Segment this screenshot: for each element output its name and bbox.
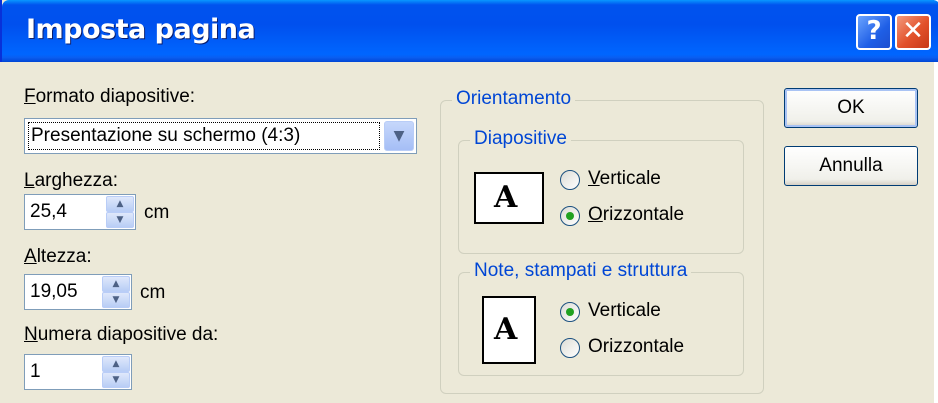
format-value: Presentazione su schermo (4:3) (28, 122, 380, 150)
ok-button[interactable]: OK (784, 88, 918, 128)
width-label-text: arghezza: (34, 170, 119, 191)
spin-up-icon[interactable]: ▲ (102, 276, 130, 292)
spin-down-icon[interactable]: ▼ (102, 372, 130, 388)
height-unit: cm (140, 282, 166, 303)
spin-up-icon[interactable]: ▲ (102, 356, 130, 372)
width-stepper-buttons: ▲ ▼ (106, 196, 134, 228)
orientation-title: Orientamento (452, 88, 576, 110)
width-label: Larghezza: (24, 170, 119, 191)
dialog-body: Formato diapositive: Presentazione su sc… (0, 62, 934, 403)
help-icon: ? (866, 16, 882, 46)
notes-vertical-text: Verticale (588, 300, 661, 321)
format-label-text: ormato diapositive: (35, 86, 196, 107)
width-unit: cm (144, 202, 170, 223)
height-label: Altezza: (24, 246, 92, 267)
notes-horizontal-label[interactable]: Orizzontale (588, 336, 684, 358)
slides-group-title: Diapositive (470, 128, 571, 150)
notes-group-title: Note, stampati e struttura (470, 260, 692, 282)
dialog-title: Imposta pagina (26, 14, 256, 45)
number-value: 1 (30, 361, 41, 382)
number-label-text: umera diapositive da: (37, 324, 219, 345)
slides-landscape-icon: A (474, 172, 544, 224)
width-value: 25,4 (30, 201, 67, 222)
spin-down-icon[interactable]: ▼ (102, 292, 130, 308)
notes-horizontal-radio[interactable] (560, 338, 580, 358)
number-stepper-buttons: ▲ ▼ (102, 356, 130, 388)
notes-vertical-label[interactable]: Verticale (588, 300, 661, 322)
slides-horizontal-text: rizzontale (602, 204, 685, 225)
slides-horizontal-label[interactable]: Orizzontale (588, 204, 684, 226)
number-stepper[interactable]: 1 ▲ ▼ (24, 354, 132, 390)
page-glyph: A (494, 312, 518, 347)
close-icon: ✕ (902, 16, 924, 46)
slides-vertical-label[interactable]: Verticale (588, 168, 661, 190)
notes-portrait-icon: A (482, 296, 536, 364)
spin-up-icon[interactable]: ▲ (106, 196, 134, 212)
help-button[interactable]: ? (856, 14, 892, 50)
spin-down-icon[interactable]: ▼ (106, 212, 134, 228)
close-button[interactable]: ✕ (895, 14, 931, 50)
title-bar: Imposta pagina ? ✕ (2, 0, 938, 62)
format-label: Formato diapositive: (24, 86, 196, 107)
height-stepper-buttons: ▲ ▼ (102, 276, 130, 308)
cancel-button[interactable]: Annulla (784, 146, 918, 186)
page-glyph: A (494, 180, 518, 215)
chevron-down-icon[interactable]: ▼ (384, 121, 414, 151)
format-dropdown[interactable]: Presentazione su schermo (4:3) ▼ (24, 118, 417, 154)
notes-horizontal-text: Orizzontale (588, 336, 685, 357)
slides-vertical-radio[interactable] (560, 170, 580, 190)
width-stepper[interactable]: 25,4 ▲ ▼ (24, 194, 136, 230)
slides-vertical-text: erticale (599, 168, 661, 189)
height-value: 19,05 (30, 281, 78, 302)
height-stepper[interactable]: 19,05 ▲ ▼ (24, 274, 132, 310)
notes-vertical-radio[interactable] (560, 302, 580, 322)
number-label: Numera diapositive da: (24, 324, 219, 345)
slides-horizontal-radio[interactable] (560, 206, 580, 226)
height-label-text: ltezza: (36, 246, 92, 267)
